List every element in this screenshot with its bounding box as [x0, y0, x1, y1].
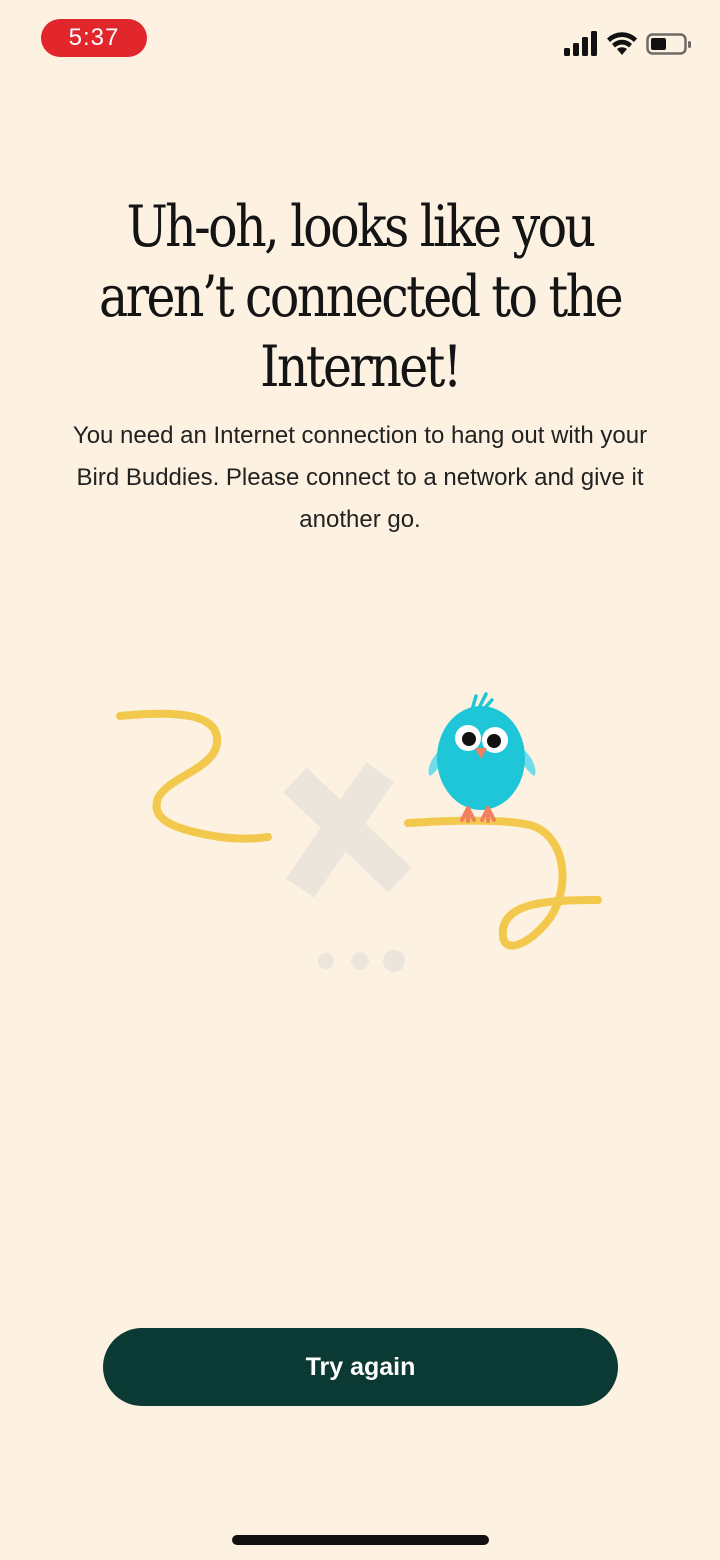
bird-icon: [428, 692, 536, 823]
home-indicator[interactable]: [232, 1535, 489, 1545]
loading-dots-icon: [318, 950, 405, 972]
headline-line: aren’t connected to the: [98, 264, 624, 330]
offline-message: You need an Internet connection to hang …: [30, 415, 690, 541]
wifi-icon: [607, 32, 637, 55]
broken-line-left: [116, 709, 272, 843]
battery-icon: [646, 33, 691, 55]
message-line: another go.: [299, 506, 421, 533]
try-again-button[interactable]: Try again: [103, 1328, 618, 1406]
offline-illustration: [116, 692, 602, 972]
broken-line-right: [404, 816, 602, 950]
headline-line: Uh-oh, looks like you: [126, 194, 596, 260]
status-time: 5:37: [41, 19, 147, 57]
signal-icon: [564, 31, 597, 56]
status-bar: 5:37: [0, 0, 720, 80]
message-line: Bird Buddies. Please connect to a networ…: [76, 464, 644, 491]
message-line: You need an Internet connection to hang …: [72, 422, 648, 449]
headline-line: Internet!: [260, 334, 462, 400]
page-title: Uh-oh, looks like you aren’t connected t…: [85, 192, 635, 402]
disconnect-x-icon: [283, 762, 412, 898]
status-icons: [560, 30, 700, 60]
